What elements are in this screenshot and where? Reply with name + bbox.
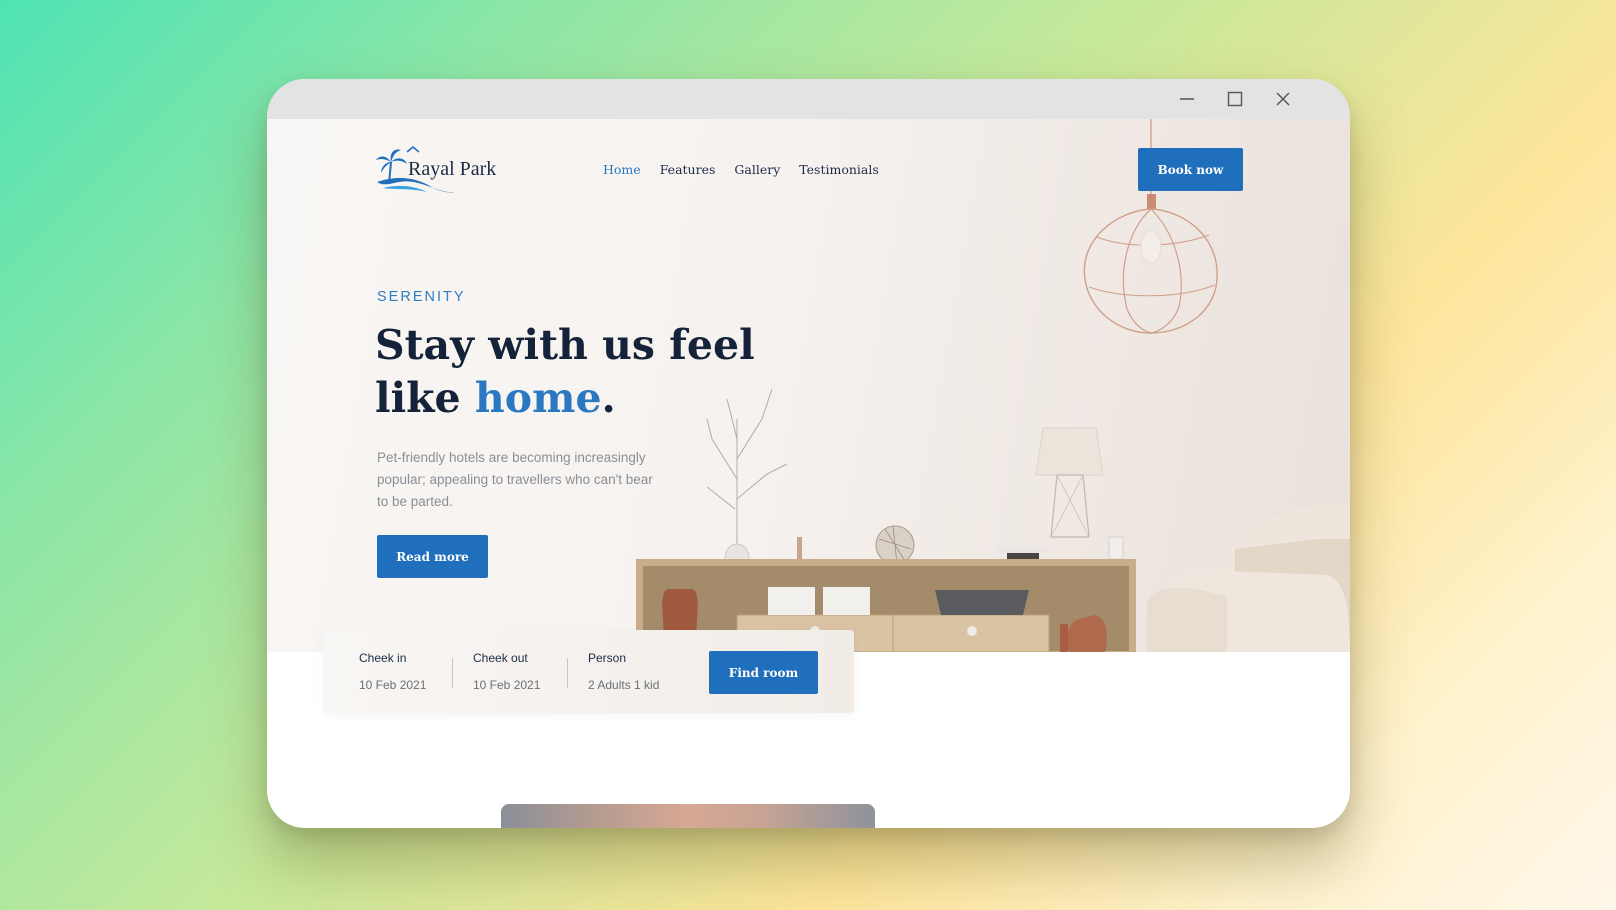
- brand-name: Rayal Park: [408, 158, 497, 180]
- check-in-value: 10 Feb 2021: [359, 678, 427, 692]
- nav-item-gallery[interactable]: Gallery: [734, 162, 780, 177]
- hero-eyebrow: SERENITY: [377, 289, 466, 305]
- headline-line1: Stay with us feel: [375, 321, 755, 369]
- check-in-field[interactable]: Cheek in 10 Feb 2021: [359, 630, 449, 713]
- main-nav: Home Features Gallery Testimonials: [603, 162, 879, 177]
- check-in-label: Cheek in: [359, 651, 407, 665]
- headline-line2: like: [375, 374, 475, 422]
- find-room-button[interactable]: Find room: [709, 651, 818, 694]
- booking-divider: [452, 658, 453, 688]
- nav-item-testimonials[interactable]: Testimonials: [799, 162, 879, 177]
- close-icon[interactable]: [1268, 87, 1298, 111]
- maximize-icon[interactable]: [1220, 87, 1250, 111]
- headline-highlight: home: [474, 374, 602, 422]
- nav-item-home[interactable]: Home: [603, 162, 641, 177]
- hero-headline: Stay with us feel like home.: [375, 319, 775, 425]
- minimize-icon[interactable]: [1172, 87, 1202, 111]
- gallery-image-preview: [501, 804, 875, 828]
- person-value: 2 Adults 1 kid: [588, 678, 660, 692]
- hero-section: Rayal Park Home Features Gallery Testimo…: [267, 119, 1350, 652]
- person-label: Person: [588, 651, 627, 665]
- nav-item-features[interactable]: Features: [660, 162, 716, 177]
- read-more-button[interactable]: Read more: [377, 535, 488, 578]
- check-out-field[interactable]: Cheek out 10 Feb 2021: [473, 630, 563, 713]
- headline-end: .: [601, 374, 616, 422]
- hero-description: Pet-friendly hotels are becoming increas…: [377, 450, 653, 509]
- check-out-label: Cheek out: [473, 651, 528, 665]
- brand-logo[interactable]: Rayal Park: [375, 146, 507, 194]
- book-now-button[interactable]: Book now: [1138, 148, 1243, 191]
- check-out-value: 10 Feb 2021: [473, 678, 541, 692]
- window-titlebar: [267, 79, 1350, 119]
- person-field[interactable]: Person 2 Adults 1 kid: [588, 630, 688, 713]
- booking-divider: [567, 658, 568, 688]
- browser-window: Rayal Park Home Features Gallery Testimo…: [267, 79, 1350, 828]
